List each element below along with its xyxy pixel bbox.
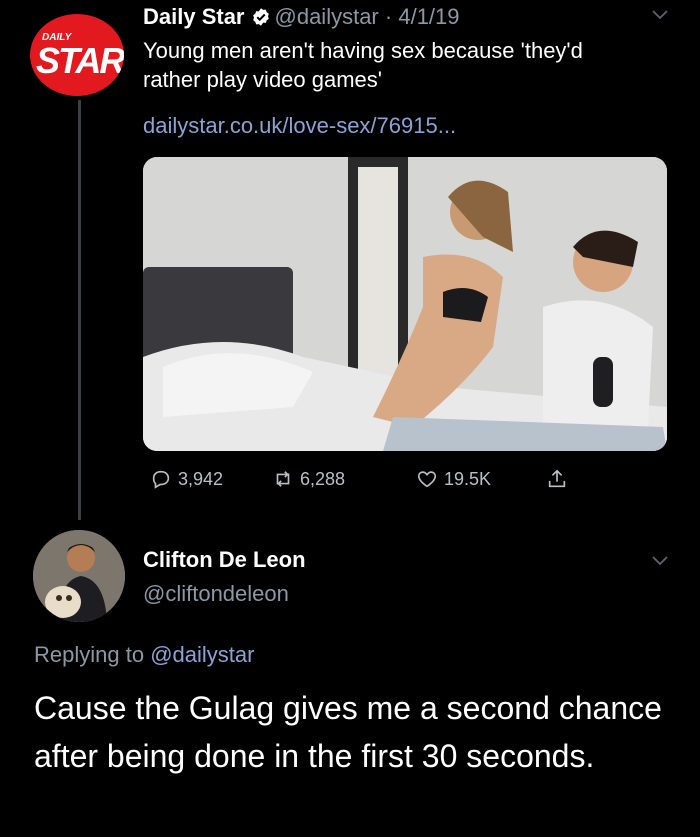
retweet-icon — [276, 471, 290, 487]
reply-action[interactable]: 3,942 — [150, 468, 223, 490]
like-action[interactable]: 19.5K — [416, 468, 491, 490]
replying-to-handle[interactable]: @dailystar — [150, 642, 254, 667]
retweet-action[interactable]: 6,288 — [272, 468, 345, 490]
avatar-photo — [33, 530, 125, 622]
retweet-count: 6,288 — [300, 468, 346, 489]
separator: · — [384, 4, 393, 29]
media-illustration — [143, 157, 667, 451]
reply-author-name[interactable]: Clifton De Leon — [143, 547, 306, 573]
cliftondeleon-avatar[interactable] — [33, 530, 125, 622]
author-name[interactable]: Daily Star — [143, 4, 245, 29]
replying-to-line: Replying to @dailystar — [34, 642, 254, 668]
like-icon — [417, 471, 437, 488]
share-action[interactable] — [546, 468, 568, 490]
avatar-logo-main: STAR — [36, 40, 124, 81]
chevron-down-icon[interactable] — [652, 556, 668, 566]
thread-line — [78, 100, 81, 520]
dailystar-avatar[interactable]: DAILY STAR — [30, 14, 124, 96]
reply-icon — [152, 470, 170, 489]
share-icon — [548, 469, 566, 488]
tweet-link[interactable]: dailystar.co.uk/love-sex/76915... — [143, 113, 456, 139]
replying-prefix: Replying to — [34, 642, 145, 667]
tweet-media-image[interactable] — [143, 157, 667, 451]
tweet-date[interactable]: 4/1/19 — [398, 4, 459, 29]
like-count: 19.5K — [444, 468, 492, 489]
reply-author-handle[interactable]: @cliftondeleon — [143, 581, 289, 607]
reply-count: 3,942 — [178, 468, 224, 489]
tweet-header: Daily Star @dailystar · 4/1/19 — [143, 4, 460, 30]
tweet-text: Young men aren't having sex because 'the… — [143, 38, 583, 92]
chevron-down-icon[interactable] — [652, 10, 668, 20]
author-handle[interactable]: @dailystar — [275, 4, 379, 29]
reply-text: Cause the Gulag gives me a second chance… — [34, 690, 662, 774]
verified-icon — [252, 8, 269, 26]
